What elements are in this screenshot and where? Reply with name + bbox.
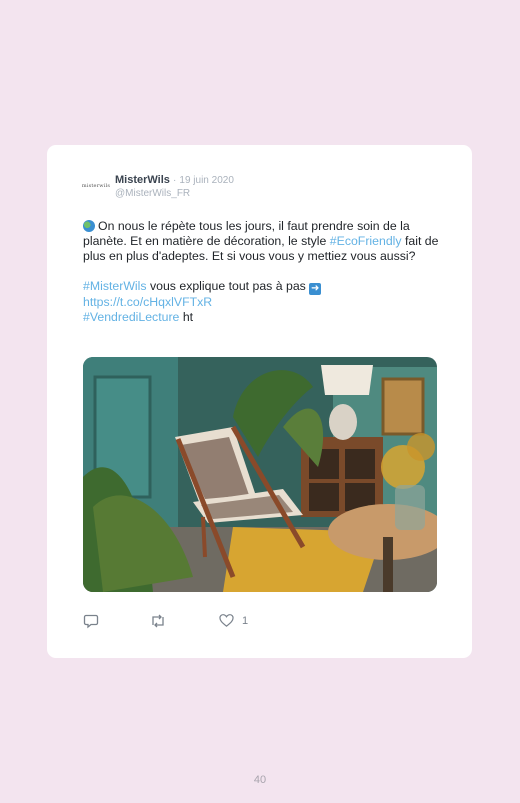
- hashtag-misterwils[interactable]: #MisterWils: [83, 279, 147, 293]
- hashtag-vendredilecture[interactable]: #VendrediLecture: [83, 310, 179, 324]
- tweet-photo[interactable]: [83, 357, 437, 592]
- like-count: 1: [242, 614, 249, 627]
- page-number: 40: [253, 774, 267, 786]
- tweet-actions: 1: [83, 613, 283, 629]
- hashtag-ecofriendly[interactable]: #EcoFriendly: [330, 234, 402, 248]
- heart-icon: [219, 614, 234, 627]
- tweet-header: MisterWils · 19 juin 2020: [115, 174, 234, 187]
- reply-icon: [83, 614, 99, 629]
- earth-globe-icon: [83, 220, 95, 232]
- author-name[interactable]: MisterWils: [115, 174, 170, 186]
- tweet-text-trailing: ht: [179, 310, 194, 324]
- like-button[interactable]: 1: [219, 613, 248, 628]
- tweet-text: On nous le répète tous les jours, il fau…: [83, 219, 443, 325]
- tweet-link[interactable]: https://t.co/cHqxlVFTxR: [83, 295, 212, 309]
- retweet-button[interactable]: [149, 613, 167, 629]
- reply-button[interactable]: [83, 613, 99, 629]
- tweet-card: misterwils MisterWils · 19 juin 2020 @Mi…: [47, 145, 472, 658]
- right-arrow-icon: ➜: [309, 283, 322, 295]
- header-separator: ·: [172, 175, 177, 186]
- interior-photo-illustration: [83, 357, 437, 592]
- author-handle[interactable]: @MisterWils_FR: [115, 188, 190, 199]
- tweet-date[interactable]: 19 juin 2020: [179, 175, 234, 186]
- author-avatar[interactable]: misterwils: [81, 177, 111, 195]
- retweet-icon: [152, 614, 164, 628]
- avatar-logo-text: misterwils: [81, 183, 111, 189]
- tweet-text-part3: vous explique tout pas à pas: [146, 279, 310, 293]
